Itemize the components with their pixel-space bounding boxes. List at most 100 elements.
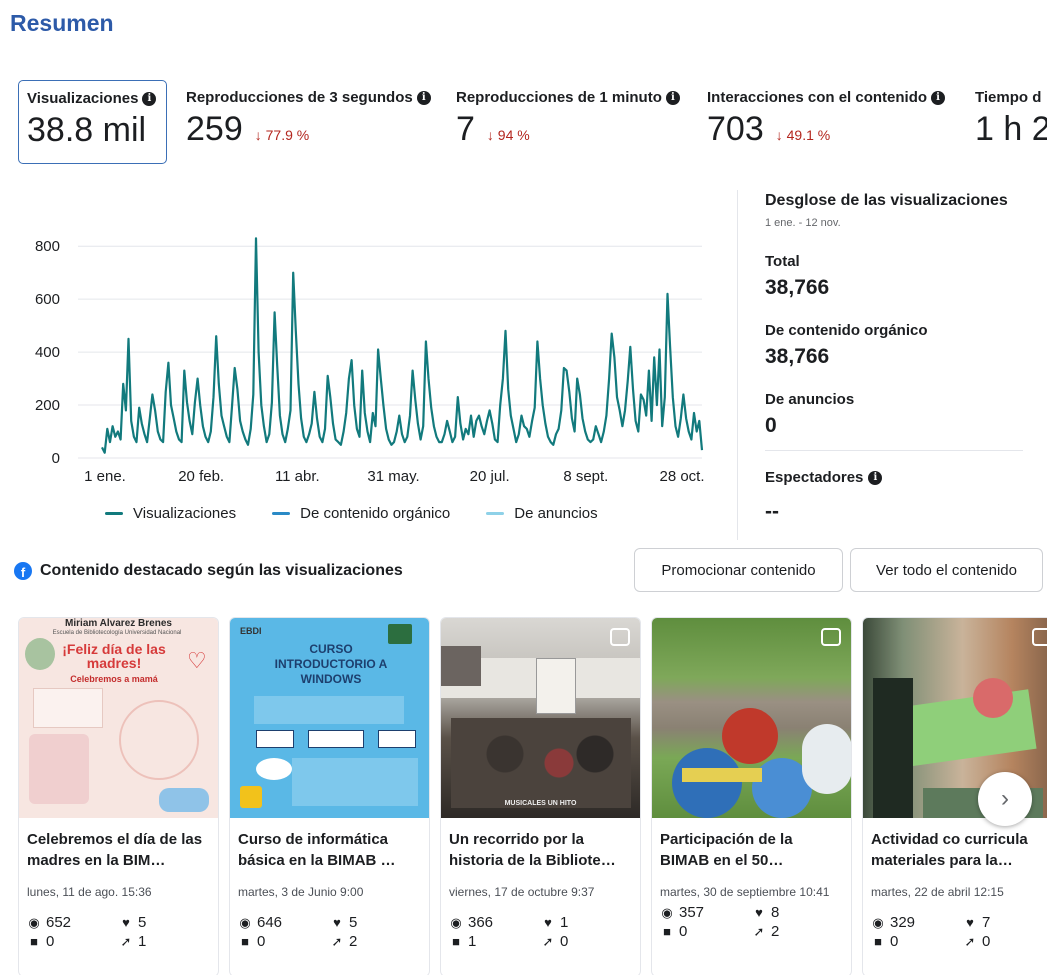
thumb-text-block	[254, 696, 404, 724]
info-icon[interactable]: i	[142, 91, 157, 106]
x-tick-label: 31 may.	[367, 468, 419, 485]
views-count: 652	[46, 914, 72, 931]
breakdown-date-range: 1 ene. - 12 nov.	[765, 217, 841, 229]
card-title[interactable]: Participación de la BIMAB en el 50…	[652, 818, 851, 878]
content-card[interactable]: MUSICALES UN HITO Un recorrido por la hi…	[440, 617, 641, 975]
legend-item-visualizaciones[interactable]: Visualizaciones	[105, 505, 236, 522]
x-tick-label: 1 ene.	[84, 468, 126, 485]
metric-interacciones[interactable]: Interacciones con el contenido i 703 ↓ 49.…	[699, 80, 969, 164]
card-date: martes, 3 de Junio 9:00	[238, 885, 364, 899]
metric-value: 259	[186, 110, 243, 148]
legend-swatch	[105, 512, 123, 515]
legend-label: De contenido orgánico	[300, 505, 451, 522]
photo-material	[899, 689, 1037, 767]
card-title[interactable]: Curso de informática básica en la BIMAB …	[230, 818, 429, 878]
y-tick-label: 800	[35, 238, 60, 255]
x-tick-label: 11 abr.	[275, 468, 320, 485]
vertical-divider	[737, 190, 738, 540]
info-icon[interactable]: i	[416, 90, 431, 105]
decoration-shape	[119, 700, 199, 780]
views-line-chart: 0 200 400 600 800 1 ene. 20 feb. 11 abr. 31 may.…	[10, 218, 715, 498]
card-title[interactable]: Actividad co curricula materiales para l…	[863, 818, 1047, 878]
comments-count: 0	[46, 933, 55, 950]
post-thumbnail[interactable]	[652, 618, 851, 818]
likes-stat: ♥ 8	[752, 904, 832, 921]
photo-window	[441, 646, 481, 686]
share-icon: ➚	[120, 933, 132, 949]
carousel-next-button[interactable]: ›	[978, 772, 1032, 826]
featured-title-text: Contenido destacado según las visualizac…	[40, 562, 403, 579]
thumb-subheading: Escuela de Bibliotecología Universidad N…	[52, 630, 182, 636]
featured-content-carousel: Miriam Alvarez Brenes Escuela de Bibliot…	[18, 617, 1047, 975]
photo-people	[451, 718, 631, 808]
metric-label: Visualizaciones	[27, 90, 139, 107]
y-tick-label: 400	[35, 344, 60, 361]
metric-reproducciones-1m[interactable]: Reproducciones de 1 minuto i 7 ↓ 94 %	[448, 80, 688, 164]
promote-content-button[interactable]: Promocionar contenido	[634, 548, 843, 592]
legend-item-anuncios[interactable]: De anuncios	[486, 505, 598, 522]
card-stats: ◉ 652 ♥ 5 ■ 0 ➚ 1	[19, 910, 218, 950]
comment-icon: ■	[874, 934, 882, 949]
series-line-visualizaciones[interactable]	[101, 237, 704, 454]
photo-person	[722, 708, 778, 764]
breakdown-ads-value: 0	[765, 414, 777, 437]
comments-count: 1	[468, 933, 477, 950]
views-stat: ◉ 357	[660, 904, 752, 921]
thumb-brand: EBDI	[240, 626, 262, 636]
thumb-heading: Miriam Alvarez Brenes	[65, 618, 172, 629]
post-thumbnail[interactable]: MUSICALES UN HITO	[441, 618, 640, 818]
chart-svg: 0 200 400 600 800 1 ene. 20 feb. 11 abr. 31 may.…	[35, 237, 705, 485]
content-card[interactable]: EBDI CURSO INTRODUCTORIO A WINDOWS Curso…	[229, 617, 430, 975]
info-icon[interactable]: i	[665, 90, 680, 105]
share-icon: ➚	[331, 933, 343, 949]
likes-count: 1	[560, 914, 569, 931]
shares-stat: ➚ 0	[541, 933, 621, 950]
thumb-bubble	[256, 758, 292, 780]
card-title[interactable]: Celebremos el día de las madres en la BI…	[19, 818, 218, 878]
metric-reproducciones-3s[interactable]: Reproducciones de 3 segundos i 259 ↓ 77.9 …	[178, 80, 440, 164]
legend-item-organico[interactable]: De contenido orgánico	[272, 505, 450, 522]
info-icon[interactable]: i	[868, 470, 883, 485]
likes-stat: ♥ 5	[330, 914, 410, 931]
comments-count: 0	[679, 923, 688, 940]
card-title[interactable]: Un recorrido por la historia de la Bibli…	[441, 818, 640, 878]
metric-visualizaciones[interactable]: Visualizaciones i 38.8 mil	[18, 80, 167, 164]
shares-count: 2	[771, 923, 780, 940]
share-icon: ➚	[964, 933, 976, 949]
content-card[interactable]: Participación de la BIMAB en el 50… mart…	[651, 617, 852, 975]
metric-value: 7	[456, 110, 475, 148]
content-card[interactable]: Miriam Alvarez Brenes Escuela de Bibliot…	[18, 617, 219, 975]
comment-icon: ■	[30, 934, 38, 949]
card-stats: ◉ 357 ♥ 8 ■ 0 ➚ 2	[652, 900, 851, 940]
post-thumbnail[interactable]: Miriam Alvarez Brenes Escuela de Bibliot…	[19, 618, 218, 818]
likes-count: 8	[771, 904, 780, 921]
photo-door	[536, 658, 576, 714]
card-date: viernes, 17 de octubre 9:37	[449, 885, 595, 899]
y-tick-label: 200	[35, 397, 60, 414]
likes-stat: ♥ 5	[119, 914, 199, 931]
metric-label: Reproducciones de 3 segundos	[186, 89, 413, 106]
metric-label: Tiempo d	[975, 89, 1042, 106]
metric-value: 703	[707, 110, 764, 148]
metric-change: ↓ 77.9 %	[254, 127, 310, 143]
view-all-content-button[interactable]: Ver todo el contenido	[850, 548, 1043, 592]
metric-tiempo[interactable]: Tiempo d 1 h 2	[967, 80, 1047, 164]
heart-icon: ♥	[755, 905, 763, 920]
metric-value: 38.8 mil	[27, 111, 147, 149]
featured-content-heading: f Contenido destacado según las visualiz…	[14, 562, 403, 580]
post-thumbnail[interactable]: EBDI CURSO INTRODUCTORIO A WINDOWS	[230, 618, 429, 818]
comments-stat: ■ 0	[660, 923, 752, 940]
views-stat: ◉ 646	[238, 914, 330, 931]
info-icon[interactable]: i	[931, 90, 946, 105]
card-stats: ◉ 329 ♥ 7 ■ 0 ➚ 0	[863, 910, 1047, 950]
comments-stat: ■ 0	[238, 933, 330, 950]
y-tick-label: 600	[35, 291, 60, 308]
comment-icon: ■	[241, 934, 249, 949]
legend-swatch	[272, 512, 291, 515]
comment-icon: ■	[663, 924, 671, 939]
metrics-row: Visualizaciones i 38.8 mil Reproducciones…	[18, 80, 1047, 166]
card-stats: ◉ 366 ♥ 1 ■ 1 ➚ 0	[441, 910, 640, 950]
shares-stat: ➚ 1	[119, 933, 199, 950]
x-tick-label: 8 sept.	[563, 468, 608, 485]
card-date: martes, 30 de septiembre 10:41	[660, 885, 830, 899]
